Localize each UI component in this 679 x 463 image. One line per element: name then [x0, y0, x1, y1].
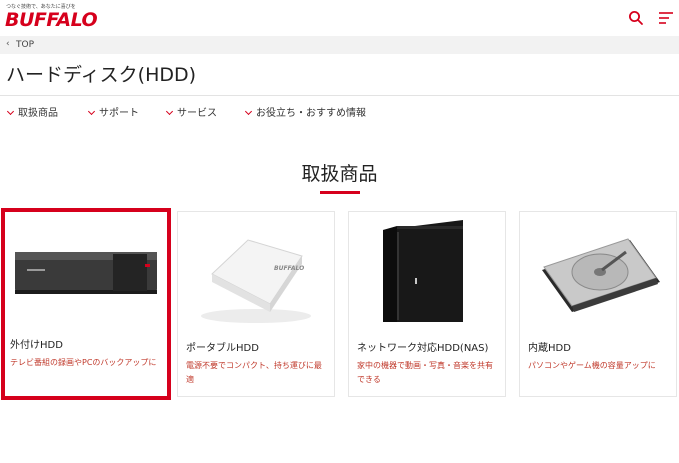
nas-image — [349, 212, 505, 332]
section-title: 取扱商品 — [301, 163, 378, 185]
chevron-left-icon: ‹ — [6, 39, 10, 49]
breadcrumb: ‹ TOP — [0, 36, 679, 54]
subnav-products[interactable]: 取扱商品 — [6, 104, 58, 119]
breadcrumb-top-link[interactable]: TOP — [16, 40, 34, 50]
chevron-down-icon — [165, 107, 174, 116]
product-name: 内蔵HDD — [528, 343, 571, 354]
subnav-services[interactable]: サービス — [165, 104, 217, 119]
product-description: 家中の機器で動画・写真・音楽を共有できる — [357, 361, 493, 384]
section-title-underline — [320, 191, 360, 194]
svg-text:BUFFALO: BUFFALO — [274, 265, 304, 272]
product-card-nas[interactable]: ネットワーク対応HDD(NAS) 家中の機器で動画・写真・音楽を共有できる — [348, 211, 506, 397]
hamburger-menu-icon[interactable] — [657, 9, 675, 27]
product-card-portable-hdd[interactable]: BUFFALO ポータブルHDD 電源不要でコンパクト、持ち運びに最適 — [177, 211, 335, 397]
page-title: ハードディスク(HDD) — [6, 64, 197, 86]
internal-hdd-image — [520, 212, 676, 332]
chevron-down-icon — [87, 107, 96, 116]
product-name: 外付けHDD — [10, 340, 63, 351]
sub-navigation: 取扱商品 サポート サービス お役立ち・おすすめ情報 — [0, 104, 679, 124]
product-card-external-hdd[interactable]: 外付けHDD テレビ番組の録画やPCのバックアップに — [1, 208, 171, 400]
product-description: パソコンやゲーム機の容量アップに — [528, 361, 656, 370]
chevron-down-icon — [6, 107, 15, 116]
buffalo-logo[interactable]: BUFFALO — [5, 9, 98, 31]
product-name: ポータブルHDD — [186, 343, 259, 354]
product-description: 電源不要でコンパクト、持ち運びに最適 — [186, 361, 322, 384]
product-name: ネットワーク対応HDD(NAS) — [357, 343, 489, 354]
divider — [0, 95, 679, 96]
subnav-support[interactable]: サポート — [87, 104, 139, 119]
subnav-label: お役立ち・おすすめ情報 — [256, 108, 366, 119]
subnav-label: 取扱商品 — [18, 108, 58, 119]
search-icon[interactable] — [627, 9, 645, 27]
subnav-useful-info[interactable]: お役立ち・おすすめ情報 — [244, 104, 366, 119]
external-hdd-image — [5, 212, 167, 332]
subnav-label: サポート — [99, 108, 139, 119]
portable-hdd-image: BUFFALO — [178, 212, 334, 332]
subnav-label: サービス — [177, 108, 217, 119]
product-card-internal-hdd[interactable]: 内蔵HDD パソコンやゲーム機の容量アップに — [519, 211, 677, 397]
site-header: つなぐ技術で、あなたに喜びを BUFFALO — [0, 0, 679, 36]
chevron-down-icon — [244, 107, 253, 116]
product-description: テレビ番組の録画やPCのバックアップに — [10, 358, 157, 367]
